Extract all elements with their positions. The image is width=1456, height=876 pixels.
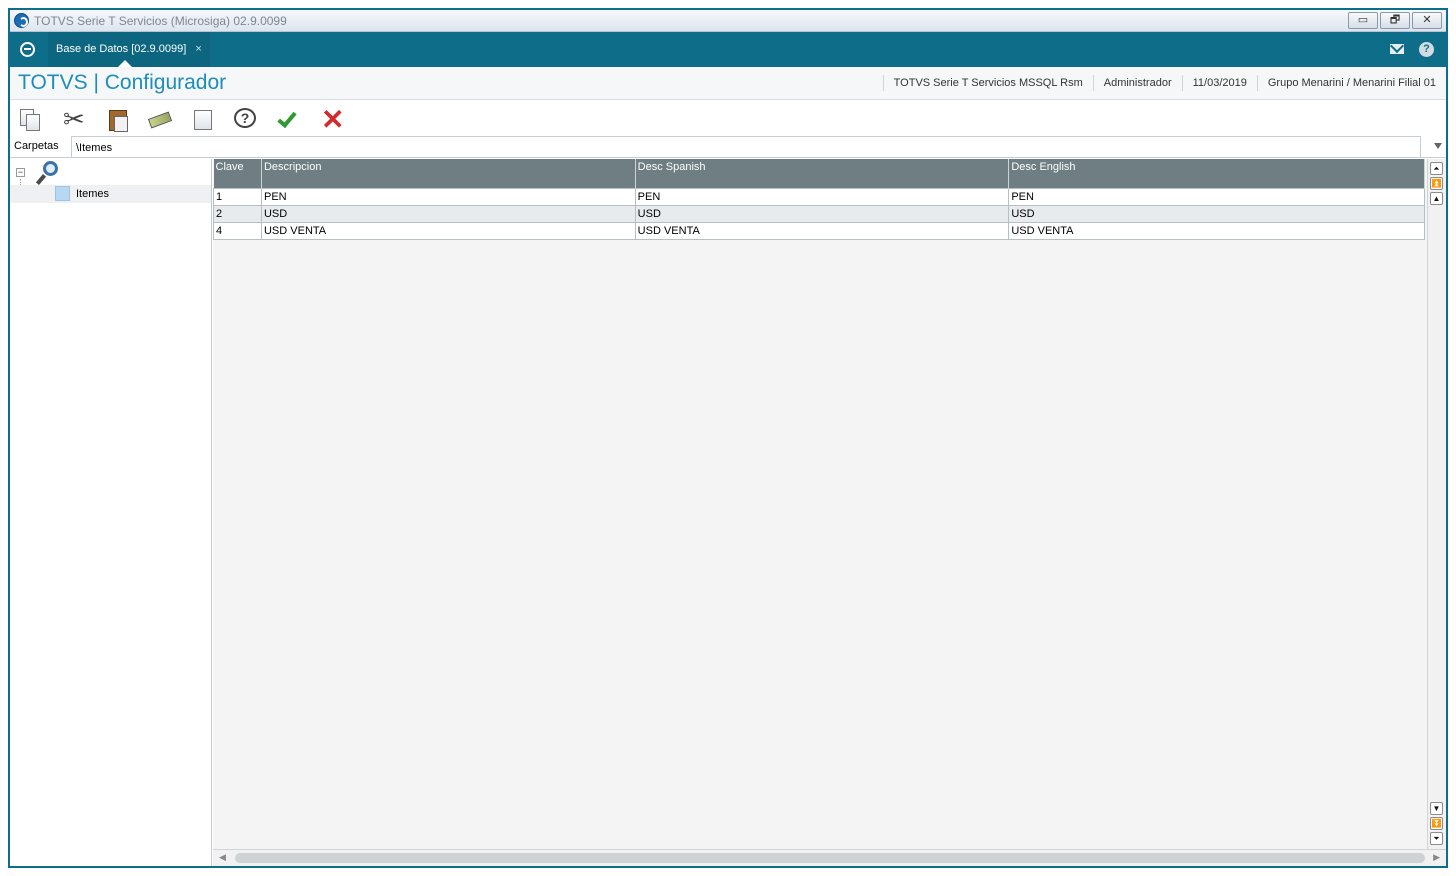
folder-bar: Carpetas \Itemes [10,136,1446,158]
collapse-toggle[interactable]: − [16,168,25,177]
confirm-icon [277,107,297,129]
scroll-last-icon[interactable]: ⏷ [1430,832,1443,845]
help-icon: ? [234,108,256,128]
scroll-page-up-icon[interactable]: ⏫ [1430,177,1443,190]
cell-descripcion[interactable]: USD [260,204,636,223]
scroll-right-icon[interactable]: ▶ [1433,852,1440,863]
search-icon-lens [43,161,58,176]
cancel-icon: ✕ [321,104,345,135]
paste-button[interactable] [105,107,131,133]
vertical-scrollbar[interactable]: ⏶ ⏫ ▲ ▼ ⏬ ⏷ [1427,159,1446,849]
table-row[interactable]: 2 USD USD USD [213,204,1425,223]
company-label[interactable]: Grupo Menarini / Menarini Filial 01 [1256,75,1446,91]
tab-close-icon[interactable]: × [195,43,201,55]
environment-label[interactable]: TOTVS Serie T Servicios MSSQL Rsm [882,75,1093,91]
session-info: TOTVS Serie T Servicios MSSQL Rsm Admini… [882,75,1446,91]
print-button[interactable] [190,107,216,133]
cell-desc-spanish[interactable]: USD VENTA [634,221,1010,240]
column-header-clave[interactable]: Clave [213,159,262,188]
close-window-button[interactable]: ✕ [1412,12,1442,29]
print-icon [194,110,212,130]
column-header-desc-spanish[interactable]: Desc Spanish [635,159,1010,188]
cell-desc-spanish[interactable]: USD [634,204,1010,223]
mail-icon[interactable] [1390,44,1404,54]
column-header-desc-english[interactable]: Desc English [1008,159,1425,188]
cell-clave[interactable]: 4 [213,221,262,240]
restore-button[interactable]: 🗗 [1380,12,1410,29]
cell-desc-english[interactable]: PEN [1008,187,1425,206]
window-title: TOTVS Serie T Servicios (Microsiga) 02.9… [34,14,287,28]
scroll-up-icon[interactable]: ▲ [1430,192,1443,205]
cut-icon: ✂ [63,104,85,134]
table-row[interactable]: 4 USD VENTA USD VENTA USD VENTA [213,221,1425,240]
cell-desc-spanish[interactable]: PEN [634,187,1010,206]
copy-button[interactable] [18,107,44,133]
folder-path-select[interactable]: \Itemes [71,136,1421,158]
data-grid: Clave Descripcion Desc Spanish Desc Engl… [213,159,1446,866]
cell-descripcion[interactable]: PEN [260,187,636,206]
totvs-logo-icon [14,13,29,28]
user-label[interactable]: Administrador [1092,75,1182,91]
tree-node-label: Itemes [76,188,110,200]
help-button[interactable]: ? [232,107,258,133]
date-label[interactable]: 11/03/2019 [1181,75,1257,91]
tab-label: Base de Datos [02.9.0099] [56,43,187,55]
column-header-descripcion[interactable]: Descripcion [261,159,636,188]
title-bar: TOTVS Serie T Servicios (Microsiga) 02.9… [10,10,1446,32]
cell-desc-english[interactable]: USD [1008,204,1425,223]
active-tab-indicator [118,60,132,67]
minimize-button[interactable]: ▭ [1348,12,1378,29]
app-window: TOTVS Serie T Servicios (Microsiga) 02.9… [8,8,1448,868]
cancel-button[interactable]: ✕ [320,104,346,135]
help-circle-icon[interactable]: ? [1419,42,1434,57]
copy-icon-front [26,114,40,131]
scroll-thumb[interactable] [235,853,1425,863]
records-table: Clave Descripcion Desc Spanish Desc Engl… [213,159,1425,240]
scroll-down-icon[interactable]: ▼ [1430,802,1443,815]
scroll-page-down-icon[interactable]: ⏬ [1430,817,1443,830]
tree-node-itemes[interactable]: Itemes [10,185,211,203]
confirm-button[interactable] [276,107,302,133]
window-controls: ▭ 🗗 ✕ [1348,12,1442,29]
table-row[interactable]: 1 PEN PEN PEN [213,187,1425,206]
tab-bar: Base de Datos [02.9.0099] × ? [10,32,1446,67]
folders-label: Carpetas [14,140,59,152]
paste-paper-icon [114,116,128,132]
search-icon-handle [35,174,47,185]
clear-button[interactable] [147,107,173,133]
toolbar: ✂ ? ✕ [10,100,1446,138]
folder-icon [55,186,70,201]
folder-tree: − Itemes [10,159,212,866]
cell-clave[interactable]: 2 [213,204,262,223]
module-header: TOTVS | Configurador TOTVS Serie T Servi… [10,67,1446,100]
cell-desc-english[interactable]: USD VENTA [1008,221,1425,240]
search-icon[interactable] [35,161,58,185]
chevron-down-icon[interactable] [1434,143,1442,149]
cell-clave[interactable]: 1 [213,187,262,206]
eraser-icon [147,111,173,129]
home-icon[interactable] [20,42,35,57]
table-header-row: Clave Descripcion Desc Spanish Desc Engl… [213,159,1425,188]
tab-base-de-datos[interactable]: Base de Datos [02.9.0099] × [48,32,210,67]
cell-descripcion[interactable]: USD VENTA [260,221,636,240]
scroll-first-icon[interactable]: ⏶ [1430,162,1443,175]
module-title: TOTVS | Configurador [18,71,227,94]
horizontal-scrollbar[interactable]: ◀ ▶ [213,849,1446,866]
scroll-left-icon[interactable]: ◀ [219,852,226,863]
cut-button[interactable]: ✂ [62,104,88,134]
